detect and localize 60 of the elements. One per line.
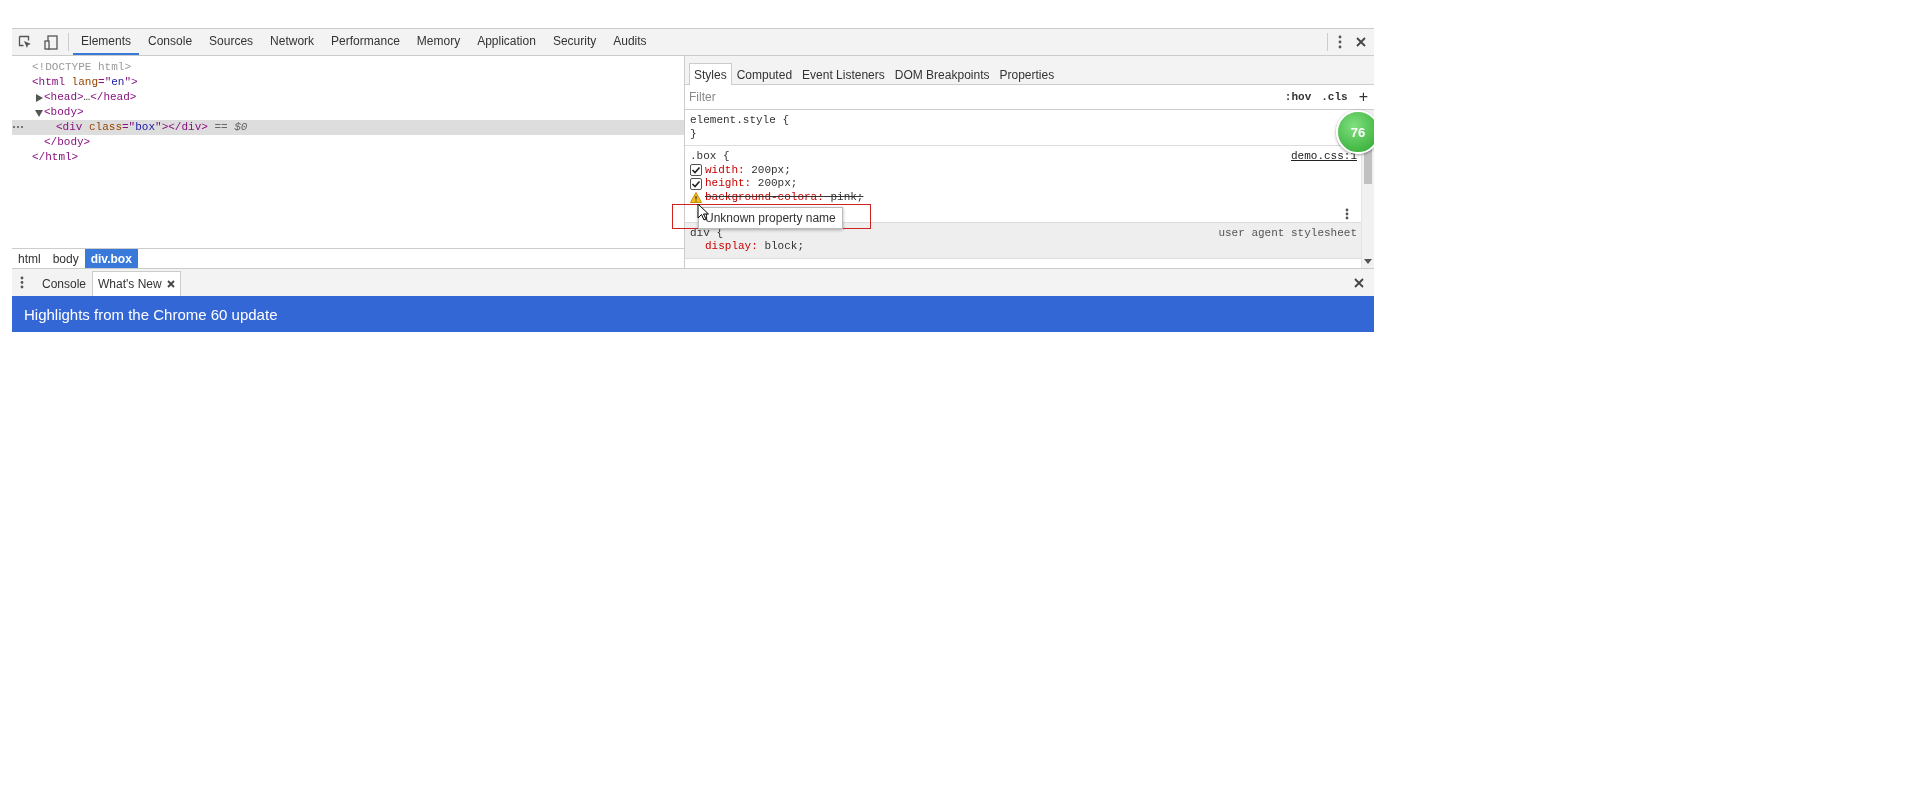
drawer-menu-icon[interactable] [20, 276, 24, 289]
tree-node[interactable]: <div class="box"></div> == $0 [12, 120, 684, 135]
node-text: <!DOCTYPE html> [32, 60, 132, 75]
inspect-icon[interactable] [18, 35, 32, 49]
sidebar-tab[interactable]: Styles [689, 63, 732, 85]
breadcrumb[interactable]: body [46, 249, 85, 268]
close-icon[interactable] [1354, 277, 1364, 288]
panel-tab[interactable]: Memory [408, 29, 469, 55]
css-property: height: 200px; [705, 177, 798, 191]
scroll-down-arrow-icon[interactable] [1364, 259, 1372, 264]
drawer-tab[interactable]: What's New [92, 271, 181, 296]
node-text: <body> [44, 105, 84, 120]
tooltip: Unknown property name [698, 207, 843, 229]
filter-field[interactable]: Filter [689, 90, 1280, 104]
tag-text: </body> [44, 135, 91, 150]
source-label: user agent stylesheet [1218, 226, 1357, 240]
sidebar-tab[interactable]: Properties [994, 63, 1060, 85]
collapsed-triangle-icon[interactable] [35, 93, 43, 102]
checkbox[interactable] [690, 177, 702, 190]
sidebar-tab[interactable]: Event Listeners [797, 63, 890, 85]
sidebar-tab[interactable]: DOM Breakpoints [889, 63, 995, 85]
cls-toggle[interactable]: .cls [1316, 91, 1353, 103]
node-text: <div class="box"></div> [56, 120, 208, 135]
breadcrumb[interactable]: div.box [84, 249, 138, 268]
css-property: display: block; [705, 240, 805, 254]
panel-tab[interactable]: Audits [605, 29, 655, 55]
panel-tab[interactable]: Application [469, 29, 544, 55]
rule-selector: .box { [690, 150, 730, 164]
ellipsis-icon[interactable] [12, 125, 24, 129]
checkbox[interactable] [690, 164, 702, 177]
panel-tab[interactable]: Sources [201, 29, 262, 55]
sidebar-tab[interactable]: Computed [731, 63, 798, 85]
node-text: <head>…</head> [44, 90, 137, 105]
panel-tab[interactable]: Performance [323, 29, 408, 55]
close-icon[interactable] [1356, 37, 1366, 47]
tree-node[interactable]: <body> [12, 105, 684, 120]
panel-tab[interactable]: Security [544, 29, 605, 55]
panel-tab[interactable]: Elements [73, 29, 140, 55]
device-icon[interactable] [44, 34, 58, 50]
more-icon[interactable] [1345, 207, 1349, 220]
breadcrumb[interactable]: html [12, 249, 47, 268]
drawer-tab[interactable]: Console [36, 271, 93, 296]
new-rule-button[interactable]: + [1352, 88, 1370, 106]
panel-tab[interactable]: Network [262, 29, 323, 55]
tree-node[interactable]: <head>…</head> [12, 90, 684, 105]
rule-selector: element.style { [690, 114, 790, 128]
hov-toggle[interactable]: :hov [1279, 91, 1317, 103]
more-icon[interactable] [1338, 35, 1342, 49]
warning-icon [690, 191, 702, 203]
close-icon[interactable] [166, 280, 175, 288]
css-property: width: 200px; [705, 163, 791, 177]
expanded-triangle-icon[interactable] [35, 108, 43, 117]
node-text: <html lang="en"> [32, 75, 138, 90]
tree-node[interactable]: <html lang="en"> [12, 75, 684, 90]
tag-text: </html> [32, 150, 79, 165]
panel-tab[interactable]: Console [140, 29, 201, 55]
console-reference: == $0 [213, 120, 248, 135]
banner: Highlights from the Chrome 60 update [12, 296, 1374, 332]
count-badge: 76 [1336, 110, 1374, 154]
invalid-property: background-colora: pink; [705, 190, 864, 204]
